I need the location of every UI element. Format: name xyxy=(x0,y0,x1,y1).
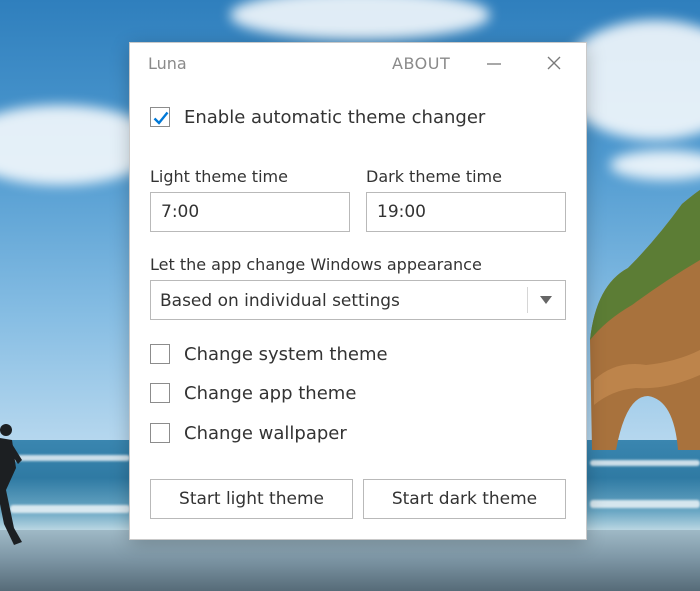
system-theme-label: Change system theme xyxy=(184,343,388,365)
luna-window: Luna ABOUT Enable automatic theme change… xyxy=(130,43,586,539)
option-app-theme-row[interactable]: Change app theme xyxy=(150,381,356,405)
wallpaper-surf xyxy=(590,460,700,466)
dark-time-input[interactable] xyxy=(366,192,566,232)
about-link[interactable]: ABOUT xyxy=(392,54,450,73)
dropdown-divider xyxy=(527,287,528,313)
dark-time-label: Dark theme time xyxy=(366,167,502,186)
option-system-theme-row[interactable]: Change system theme xyxy=(150,342,388,366)
check-icon xyxy=(153,111,169,125)
wallpaper-label: Change wallpaper xyxy=(184,422,347,444)
auto-changer-checkbox[interactable] xyxy=(150,107,170,127)
minimize-button[interactable] xyxy=(480,51,508,77)
system-theme-checkbox[interactable] xyxy=(150,344,170,364)
wallpaper-beach xyxy=(0,530,700,591)
appearance-selected-value: Based on individual settings xyxy=(160,291,400,311)
app-theme-label: Change app theme xyxy=(184,382,357,404)
wallpaper-surf xyxy=(590,500,700,508)
app-theme-checkbox[interactable] xyxy=(150,383,170,403)
auto-changer-label: Enable automatic theme changer xyxy=(184,106,486,128)
start-light-theme-button[interactable]: Start light theme xyxy=(150,479,353,519)
start-dark-theme-button[interactable]: Start dark theme xyxy=(363,479,566,519)
appearance-label: Let the app change Windows appearance xyxy=(150,255,482,274)
light-time-label: Light theme time xyxy=(150,167,288,186)
light-time-input[interactable] xyxy=(150,192,350,232)
app-title: Luna xyxy=(148,54,187,73)
close-icon xyxy=(547,56,561,70)
appearance-dropdown[interactable]: Based on individual settings xyxy=(150,280,566,320)
wallpaper-rock-arch xyxy=(590,190,700,450)
option-wallpaper-row[interactable]: Change wallpaper xyxy=(150,421,347,445)
wallpaper-checkbox[interactable] xyxy=(150,423,170,443)
chevron-down-icon[interactable] xyxy=(538,294,554,306)
title-bar: Luna ABOUT xyxy=(130,43,586,85)
auto-changer-checkbox-row[interactable]: Enable automatic theme changer xyxy=(150,105,485,129)
minimize-icon xyxy=(487,63,501,65)
wallpaper-runner xyxy=(0,424,22,545)
close-button[interactable] xyxy=(540,51,568,77)
